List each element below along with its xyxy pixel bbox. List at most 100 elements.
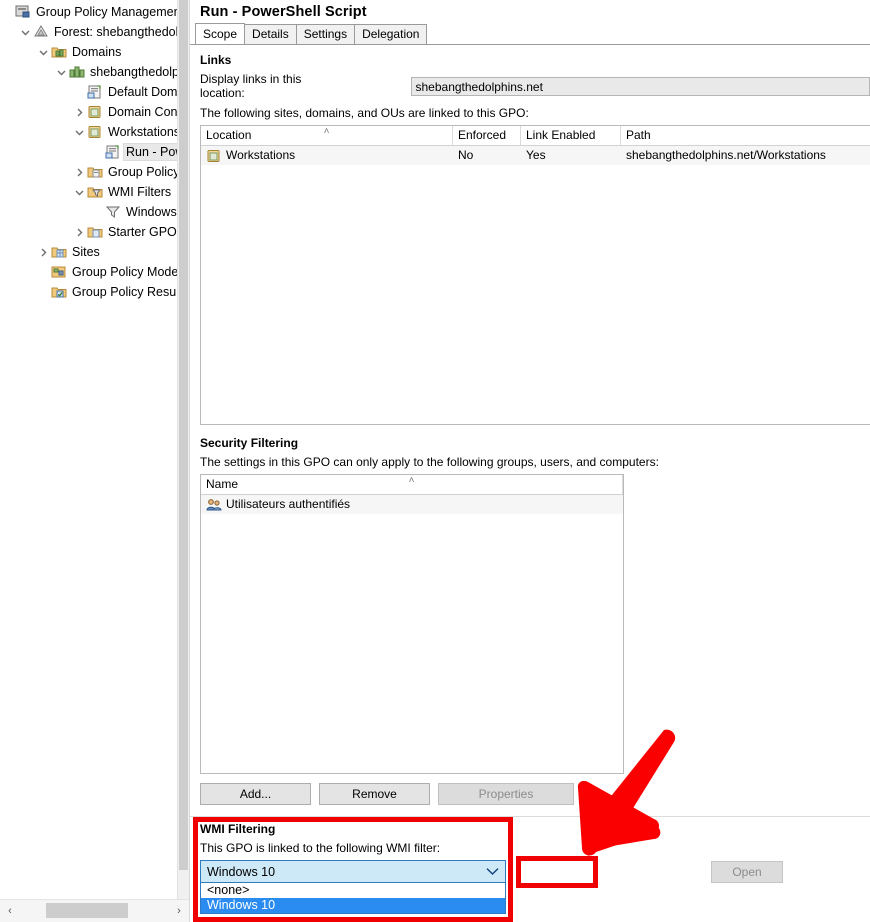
tree-scroll-viewport: Group Policy Management Forest: shebangth… (0, 0, 178, 900)
chevron-down-icon[interactable] (72, 182, 86, 202)
wmi-folder-icon (86, 184, 104, 200)
chevron-right-icon[interactable] (72, 162, 86, 182)
security-filtering-heading: Security Filtering (200, 436, 870, 450)
add-button[interactable]: Add... (200, 783, 311, 805)
tree-vertical-scrollbar[interactable] (177, 0, 189, 900)
links-column-header[interactable]: Link Enabled (521, 126, 621, 145)
tree-item-label: Run - Power (124, 144, 178, 160)
chevron-down-icon[interactable] (486, 865, 499, 879)
results-icon (50, 284, 68, 300)
tree-item-group-policy-results[interactable]: Group Policy Results (0, 282, 178, 302)
wmi-filter-option[interactable]: <none> (201, 883, 505, 898)
security-filtering-grid[interactable]: Name ˄ Utilisateurs authentifiés (200, 474, 624, 774)
links-grid[interactable]: Location˄Enforced Link Enabled Path Workst… (200, 125, 870, 425)
gpo-folder-icon (86, 164, 104, 180)
scroll-left-icon[interactable]: ‹ (0, 901, 20, 921)
tree-item-group-policy-ob[interactable]: Group Policy Ob (0, 162, 178, 182)
tree-item-group-policy-modeling[interactable]: Group Policy Modeling (0, 262, 178, 282)
chevron-right-icon[interactable] (72, 102, 86, 122)
tree-item-wmi-filters[interactable]: WMI Filters (0, 182, 178, 202)
tree-item-group-policy-management[interactable]: Group Policy Management (0, 2, 178, 22)
scroll-right-icon[interactable]: › (169, 901, 189, 921)
tab-delegation[interactable]: Delegation (354, 24, 427, 44)
security-grid-body[interactable]: Utilisateurs authentifiés (201, 495, 623, 514)
links-cell-link_enabled: Yes (521, 146, 621, 165)
sort-ascending-icon: ˄ (409, 475, 415, 489)
tree-horizontal-scrollbar[interactable]: ‹ › (0, 899, 189, 922)
security-table-row[interactable]: Utilisateurs authentifiés (201, 495, 623, 514)
links-cell-text: shebangthedolphins.net/Workstations (626, 146, 826, 165)
console-root-icon (14, 4, 32, 20)
links-cell-path: shebangthedolphins.net/Workstations (621, 146, 870, 165)
tree-hscroll-thumb[interactable] (46, 903, 128, 918)
tab-strip[interactable]: ScopeDetailsSettingsDelegation (190, 24, 870, 45)
links-cell-text: Yes (526, 146, 546, 165)
tree-item-label: Sites (70, 244, 102, 260)
links-column-header-label: Link Enabled (526, 128, 595, 142)
security-column-header[interactable]: Name ˄ (201, 475, 623, 494)
wmi-filter-option[interactable]: Windows 10 (201, 898, 505, 913)
tree-item-shebangthedolphin[interactable]: shebangthedolphin (0, 62, 178, 82)
tree-item-label: Starter GPOs (106, 224, 178, 240)
links-column-header[interactable]: Location˄ (201, 126, 453, 145)
links-column-header[interactable]: Enforced (453, 126, 521, 145)
tree-vertical-scrollbar-thumb[interactable] (179, 0, 188, 870)
tree-item-label: Default Domain (106, 84, 178, 100)
links-column-header[interactable]: Path (621, 126, 870, 145)
links-table-row[interactable]: Workstations No Yes shebangthedolphins.net/… (201, 146, 870, 165)
tree-item-domain-contro[interactable]: Domain Contro (0, 102, 178, 122)
wmi-filter-dropdown-list[interactable]: <none>Windows 10 (200, 883, 506, 914)
tree-item-label: Forest: shebangthedolphin (52, 24, 178, 40)
links-cell-location: Workstations (201, 146, 453, 165)
tree-twisty-spacer (0, 2, 14, 22)
links-grid-header[interactable]: Location˄Enforced Link Enabled Path (201, 126, 870, 146)
open-wmi-filter-button[interactable]: Open (711, 861, 783, 883)
gpmc-window: Group Policy Management Forest: shebangth… (0, 0, 870, 922)
links-cell-text: No (458, 146, 473, 165)
sites-folder-icon (50, 244, 68, 260)
tree-twisty-spacer (90, 142, 104, 162)
tree-item-windows-10[interactable]: Windows 10 (0, 202, 178, 222)
modeling-icon (50, 264, 68, 280)
tree-item-starter-gpos[interactable]: Starter GPOs (0, 222, 178, 242)
tree-item-label: Group Policy Management (34, 4, 178, 20)
tree-twisty-spacer (90, 202, 104, 222)
tab-details[interactable]: Details (244, 24, 297, 44)
group-policy-tree[interactable]: Group Policy Management Forest: shebangth… (0, 0, 178, 302)
tab-scope[interactable]: Scope (195, 23, 245, 44)
chevron-down-icon[interactable] (72, 122, 86, 142)
tree-item-label: Group Policy Modeling (70, 264, 178, 280)
wmi-filter-select[interactable]: Windows 10 (200, 860, 506, 883)
tree-item-workstations[interactable]: Workstations (0, 122, 178, 142)
chevron-down-icon[interactable] (54, 62, 68, 82)
ou-icon (86, 124, 104, 140)
gpo-link-icon (104, 144, 122, 160)
security-column-header-label: Name (206, 477, 238, 491)
wmi-filtering-description: This GPO is linked to the following WMI … (200, 841, 506, 855)
tab-settings[interactable]: Settings (296, 24, 355, 44)
tree-item-forest-shebangthedolphin[interactable]: Forest: shebangthedolphin (0, 22, 178, 42)
security-grid-header[interactable]: Name ˄ (201, 475, 623, 495)
chevron-down-icon[interactable] (18, 22, 32, 42)
wmi-filter-selected-value: Windows 10 (207, 865, 275, 879)
tree-item-default-domain[interactable]: Default Domain (0, 82, 178, 102)
domain-icon (68, 64, 86, 80)
tree-item-run-power[interactable]: Run - Power (0, 142, 178, 162)
tree-item-sites[interactable]: Sites (0, 242, 178, 262)
gpo-detail-pane: Run - PowerShell Script ScopeDetailsSett… (190, 0, 870, 922)
links-grid-body[interactable]: Workstations No Yes shebangthedolphins.net/… (201, 146, 870, 165)
chevron-right-icon[interactable] (72, 222, 86, 242)
tree-hscroll-track[interactable] (20, 901, 169, 921)
security-cell-text: Utilisateurs authentifiés (226, 495, 350, 514)
ou-icon (86, 104, 104, 120)
chevron-down-icon[interactable] (36, 42, 50, 62)
tree-item-label: Workstations (106, 124, 178, 140)
tree-item-label: shebangthedolphin (88, 64, 178, 80)
remove-button[interactable]: Remove (319, 783, 430, 805)
tree-item-label: WMI Filters (106, 184, 173, 200)
chevron-right-icon[interactable] (36, 242, 50, 262)
display-links-location-combo[interactable]: shebangthedolphins.net (411, 77, 870, 96)
forest-icon (32, 24, 50, 40)
security-filtering-buttons[interactable]: Add...RemoveProperties (200, 783, 870, 805)
tree-item-domains[interactable]: Domains (0, 42, 178, 62)
